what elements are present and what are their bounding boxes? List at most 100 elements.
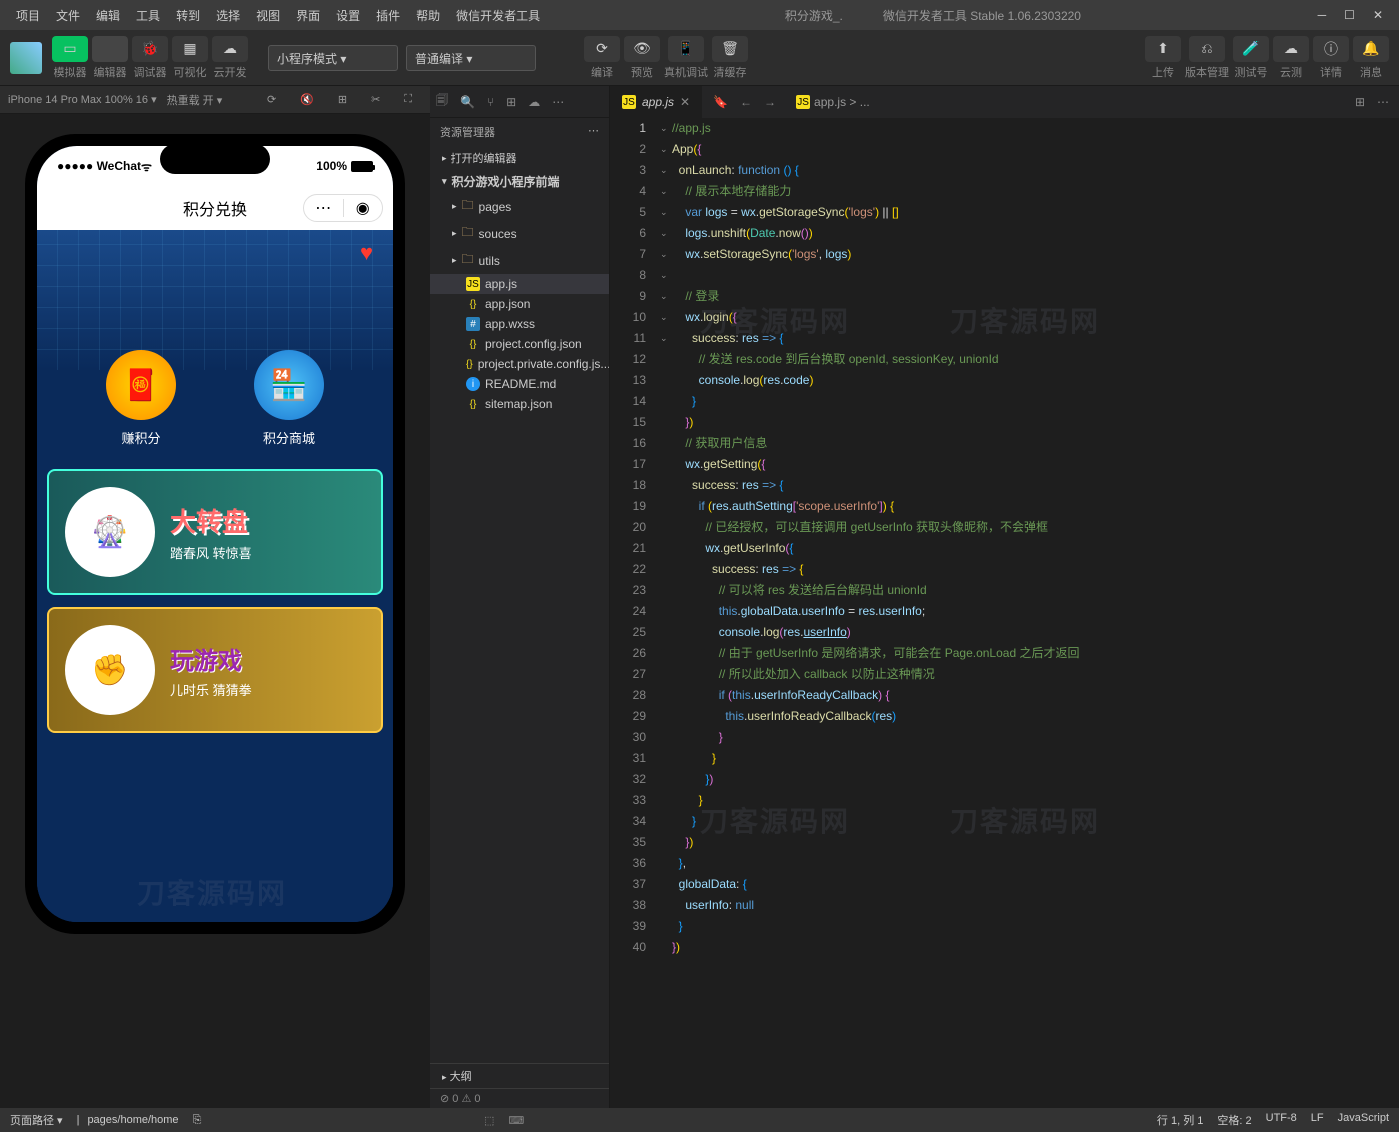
menu-插件[interactable]: 插件 [368,7,408,24]
tool-可视化[interactable]: ▦ [172,36,208,62]
tool-调试器[interactable]: 🐞 [132,36,168,62]
menu-设置[interactable]: 设置 [328,7,368,24]
game-card[interactable]: ✊ 玩游戏 儿时乐 猜猜拳 [47,607,383,733]
page-path-label[interactable]: 页面路径 ▾ [10,1112,63,1128]
expand-icon[interactable]: ⛶ [404,93,412,106]
ext-icon[interactable]: ⊞ [506,95,516,109]
menu-编辑[interactable]: 编辑 [88,7,128,24]
close-icon[interactable]: ✕ [1373,8,1383,22]
menu-项目[interactable]: 项目 [8,7,48,24]
status-JavaScript[interactable]: JavaScript [1338,1112,1389,1128]
page-path[interactable]: pages/home/home [87,1114,178,1126]
maximize-icon[interactable]: ☐ [1344,8,1355,22]
titlebar: 项目文件编辑工具转到选择视图界面设置插件帮助微信开发者工具 积分游戏_. 微信开… [0,0,1399,30]
files-icon[interactable]: 🗐 [436,91,448,112]
code-content[interactable]: //app.jsApp({ onLaunch: function () { //… [672,118,1399,1108]
action-真机调试[interactable]: 📱 [668,36,704,62]
file-README.md[interactable]: i README.md [430,374,609,394]
tool-编辑器[interactable] [92,36,128,62]
file-sitemap.json[interactable]: {} sitemap.json [430,394,609,414]
split-icon[interactable]: ⊞ [1355,95,1365,109]
file-app.json[interactable]: {} app.json [430,294,609,314]
earn-points-icon: 🧧 [106,350,176,420]
file-app.wxss[interactable]: # app.wxss [430,314,609,334]
status-UTF-8[interactable]: UTF-8 [1266,1112,1297,1128]
menu-界面[interactable]: 界面 [288,7,328,24]
reload-label[interactable]: 热重载 开 ▾ [167,92,223,108]
compile-select[interactable]: 普通编译 ▾ [406,45,536,71]
editor-tab-appjs[interactable]: JS app.js ✕ [610,86,703,118]
folder-pages[interactable]: ▸ 🗀 pages [430,193,609,220]
right-详情[interactable]: ⓘ [1313,36,1349,62]
right-测试号[interactable]: 🧪 [1233,36,1269,62]
open-editors-section[interactable]: ▸打开的编辑器 [430,146,609,170]
nav-capsule[interactable]: ⋯ ◉ [303,194,383,222]
earn-points-item[interactable]: 🧧 赚积分 [106,350,176,447]
cloud-icon[interactable]: ☁ [528,95,540,109]
git-icon[interactable]: ⑂ [487,95,494,109]
close-tab-icon[interactable]: ✕ [680,95,690,109]
device-label[interactable]: iPhone 14 Pro Max 100% 16 ▾ [8,93,157,106]
action-编译[interactable]: ⟳ [584,36,620,62]
avatar[interactable] [10,42,42,74]
wheel-subtitle: 踏春风 转惊喜 [170,543,252,562]
prev-icon[interactable]: ← [740,95,752,109]
menu-dots-icon[interactable]: ⋯ [304,198,343,218]
devtools-icon[interactable]: ⬚ [484,1114,494,1127]
project-name: 积分游戏_. [785,7,843,24]
tool-模拟器[interactable]: ▭ [52,36,88,62]
file-project.private.config.js...[interactable]: {} project.private.config.js... [430,354,609,374]
bookmark-icon[interactable]: 🔖 [713,95,728,109]
menu-工具[interactable]: 工具 [128,7,168,24]
wifi-icon: ᯤ [141,158,152,175]
fold-column[interactable]: ⌄⌄⌄⌄⌄⌄⌄⌄⌄⌄⌄ [660,118,672,1108]
file-project.config.json[interactable]: {} project.config.json [430,334,609,354]
action-预览[interactable]: 👁 [624,36,660,62]
menu-文件[interactable]: 文件 [48,7,88,24]
status-空格: 2[interactable]: 空格: 2 [1217,1112,1251,1128]
breadcrumb[interactable]: app.js > ... [814,95,870,109]
simulator-panel: iPhone 14 Pro Max 100% 16 ▾ 热重载 开 ▾ ⟳ 🔇 … [0,86,430,1108]
simulator-header: iPhone 14 Pro Max 100% 16 ▾ 热重载 开 ▾ ⟳ 🔇 … [0,86,430,114]
grid-icon[interactable]: ⊞ [338,93,347,106]
target-icon[interactable]: ◉ [344,198,383,218]
status-LF[interactable]: LF [1311,1112,1324,1128]
search-icon[interactable]: 🔍 [460,95,475,109]
minimize-icon[interactable]: ─ [1318,8,1327,22]
menu-帮助[interactable]: 帮助 [408,7,448,24]
explorer-more-icon[interactable]: ⋯ [588,124,599,140]
file-app.js[interactable]: JS app.js [430,274,609,294]
outline-section[interactable]: ▸ 大纲 [430,1063,609,1088]
menu-转到[interactable]: 转到 [168,7,208,24]
icon-row: 🧧 赚积分 🏪 积分商城 [37,340,393,457]
refresh-icon[interactable]: ⟳ [267,93,276,106]
heart-icon[interactable]: ♥ [360,240,373,266]
menu-视图[interactable]: 视图 [248,7,288,24]
mode-select[interactable]: 小程序模式 ▾ [268,45,398,71]
root-folder[interactable]: ▾积分游戏小程序前端 [430,170,609,193]
right-上传[interactable]: ⬆ [1145,36,1181,62]
next-icon[interactable]: → [764,95,776,109]
more-editor-icon[interactable]: ⋯ [1377,95,1389,109]
action-清缓存[interactable]: 🗑 [712,36,748,62]
right-云测[interactable]: ☁ [1273,36,1309,62]
points-mall-item[interactable]: 🏪 积分商城 [254,350,324,447]
status-行 1, 列 1[interactable]: 行 1, 列 1 [1157,1112,1203,1128]
copy-icon[interactable]: ⎘ [193,1114,202,1127]
menu-bar: 项目文件编辑工具转到选择视图界面设置插件帮助微信开发者工具 [8,7,548,24]
terminal-icon[interactable]: ⌨ [508,1114,524,1127]
more-icon[interactable]: ⋯ [552,95,564,109]
folder-utils[interactable]: ▸ 🗀 utils [430,247,609,274]
menu-微信开发者工具[interactable]: 微信开发者工具 [448,7,548,24]
sound-icon[interactable]: 🔇 [300,93,314,106]
right-版本管理[interactable]: ⎌ [1189,36,1225,62]
code-area[interactable]: 1234567891011121314151617181920212223242… [610,118,1399,1108]
menu-选择[interactable]: 选择 [208,7,248,24]
cut-icon[interactable]: ✂ [371,93,380,106]
wheel-card[interactable]: 🎡 大转盘 踏春风 转惊喜 [47,469,383,595]
tool-云开发[interactable]: ☁ [212,36,248,62]
statusbar-right: 行 1, 列 1空格: 2UTF-8LFJavaScript [1157,1112,1389,1128]
error-count[interactable]: ⊘ 0 ⚠ 0 [440,1092,480,1105]
right-消息[interactable]: 🔔 [1353,36,1389,62]
folder-souces[interactable]: ▸ 🗀 souces [430,220,609,247]
